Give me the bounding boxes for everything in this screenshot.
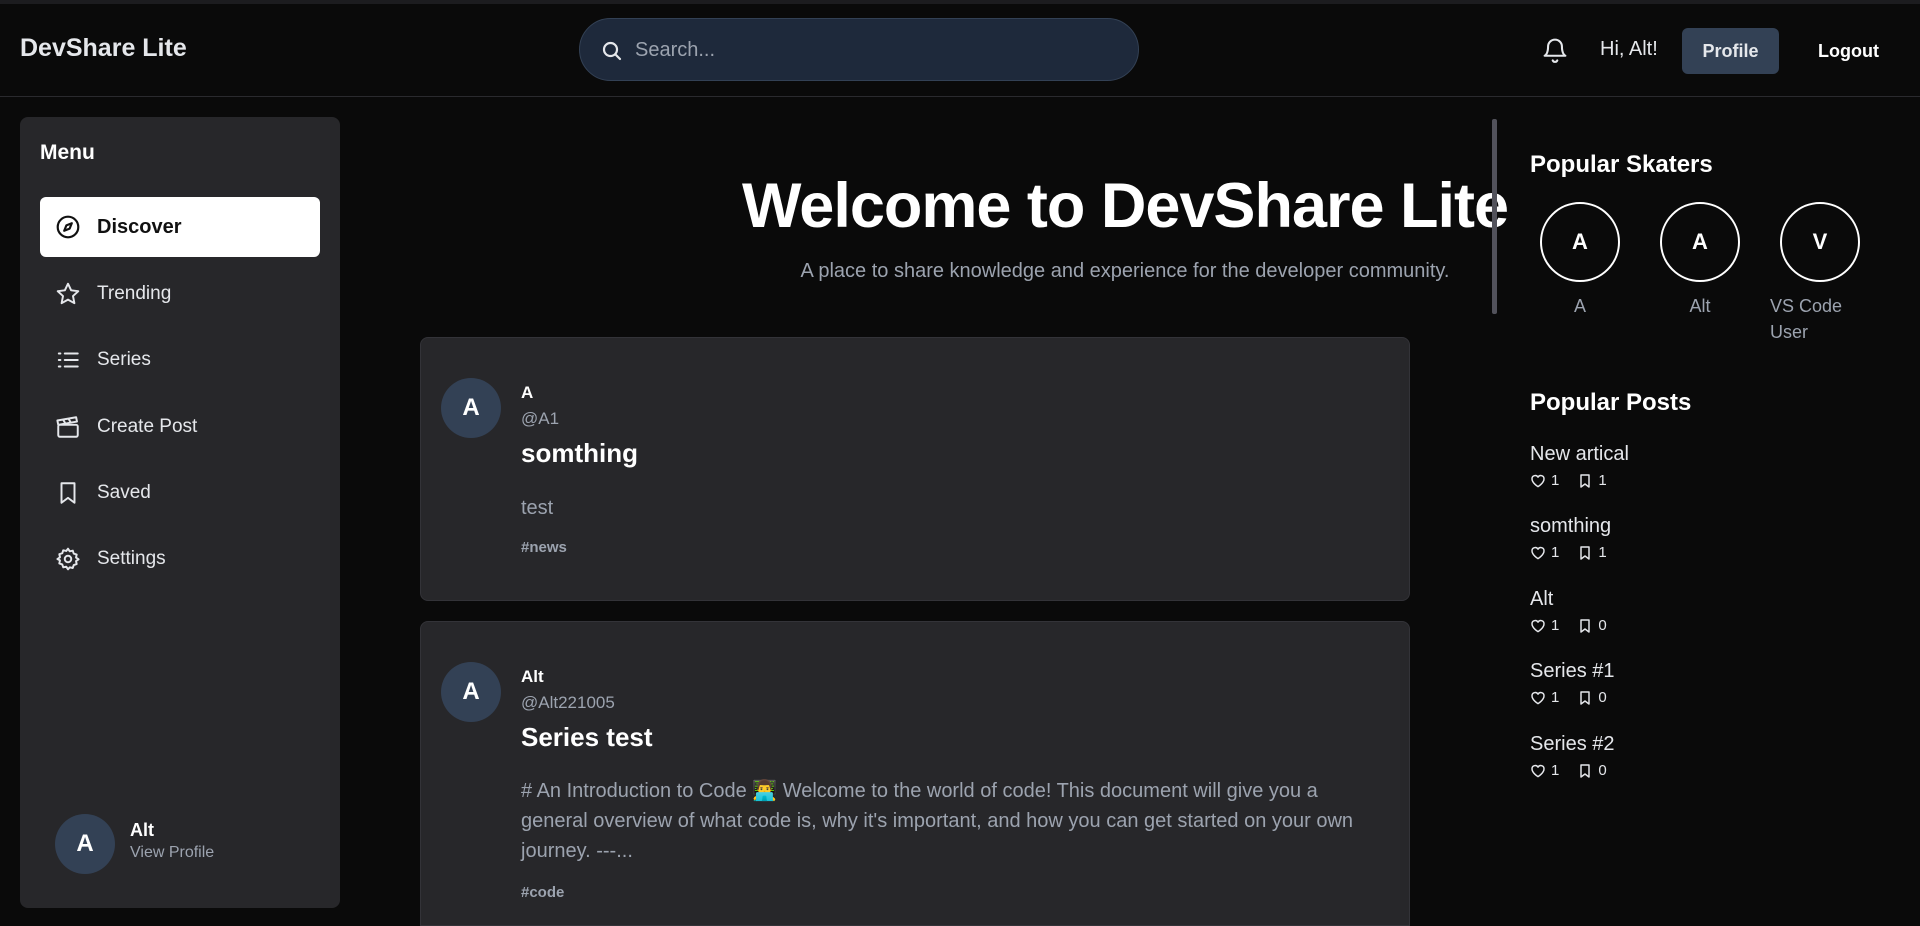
bookmark-icon bbox=[1580, 545, 1591, 560]
top-navbar: DevShare Lite Hi, Alt! Profile Logout bbox=[0, 0, 1920, 97]
popular-post-title[interactable]: Alt bbox=[1530, 588, 1890, 611]
profile-button[interactable]: Profile bbox=[1682, 28, 1779, 74]
avatar[interactable]: A bbox=[441, 378, 501, 438]
sidebar-item-label: Series bbox=[97, 349, 151, 370]
sidebar: Menu Discover Trending Series Create Pos… bbox=[20, 117, 340, 908]
bookmark-icon bbox=[1580, 618, 1591, 633]
view-profile-link[interactable]: View Profile bbox=[130, 844, 214, 862]
sidebar-item-series[interactable]: Series bbox=[40, 330, 320, 390]
post-excerpt: # An Introduction to Code 👨‍💻 Welcome to… bbox=[521, 780, 1354, 862]
post-handle: @Alt221005 bbox=[521, 693, 615, 712]
save-count: 0 bbox=[1598, 762, 1607, 779]
post-handle: @A1 bbox=[521, 409, 560, 428]
popular-post-title[interactable]: somthing bbox=[1530, 515, 1890, 538]
save-count: 0 bbox=[1598, 689, 1607, 706]
popular-post-item[interactable]: New artical 1 1 bbox=[1530, 443, 1890, 489]
bookmark-icon bbox=[1580, 473, 1591, 488]
post-tag[interactable]: #code bbox=[521, 884, 564, 901]
post-author[interactable]: A bbox=[521, 383, 533, 403]
heart-icon bbox=[1531, 474, 1545, 487]
greeting-text: Hi, Alt! bbox=[1600, 38, 1658, 60]
current-user-name: Alt bbox=[130, 820, 154, 840]
menu-title: Menu bbox=[40, 141, 95, 164]
post-title[interactable]: somthing bbox=[521, 438, 638, 469]
like-count: 1 bbox=[1551, 689, 1560, 706]
list-icon bbox=[57, 352, 79, 368]
popular-skaters-heading: Popular Skaters bbox=[1530, 151, 1713, 178]
sidebar-item-settings[interactable]: Settings bbox=[40, 529, 320, 589]
search-icon bbox=[602, 41, 622, 61]
heart-icon bbox=[1531, 691, 1545, 704]
compass-icon bbox=[56, 215, 80, 239]
popular-post-item[interactable]: somthing 1 1 bbox=[1530, 515, 1890, 561]
skater-name: Alt bbox=[1689, 296, 1711, 316]
post-tag[interactable]: #news bbox=[521, 539, 567, 556]
sidebar-item-label: Trending bbox=[97, 283, 172, 304]
bookmark-icon bbox=[1580, 690, 1591, 705]
logout-button[interactable]: Logout bbox=[1800, 28, 1897, 74]
post-card[interactable]: A Alt @Alt221005 Series test # An Introd… bbox=[420, 621, 1410, 926]
post-excerpt: test bbox=[521, 497, 554, 519]
avatar[interactable]: A bbox=[441, 662, 501, 722]
post-author[interactable]: Alt bbox=[521, 667, 544, 687]
sidebar-item-label: Settings bbox=[97, 548, 166, 569]
skater-name: A bbox=[1573, 296, 1586, 316]
search-input[interactable] bbox=[635, 29, 1115, 71]
gear-icon bbox=[56, 547, 80, 571]
window-edge bbox=[0, 0, 1920, 4]
like-count: 1 bbox=[1551, 472, 1560, 489]
avatar[interactable]: V bbox=[1780, 202, 1860, 282]
sidebar-item-label: Saved bbox=[97, 482, 151, 503]
sidebar-item-saved[interactable]: Saved bbox=[40, 463, 320, 523]
popular-posts-heading: Popular Posts bbox=[1530, 389, 1692, 416]
save-count: 1 bbox=[1598, 544, 1607, 561]
heart-icon bbox=[1531, 619, 1545, 632]
page-subtitle: A place to share knowledge and experienc… bbox=[800, 260, 1450, 282]
avatar[interactable]: A bbox=[1540, 202, 1620, 282]
sidebar-item-label: Create Post bbox=[97, 416, 198, 437]
sidebar-item-create-post[interactable]: Create Post bbox=[40, 397, 320, 457]
bookmark-icon bbox=[60, 482, 76, 504]
bell-icon[interactable] bbox=[1541, 35, 1569, 65]
popular-post-item[interactable]: Alt 1 0 bbox=[1530, 588, 1890, 634]
heart-icon bbox=[1531, 546, 1545, 559]
sidebar-item-label: Discover bbox=[97, 215, 182, 238]
post-card[interactable]: A A @A1 somthing test #news bbox=[420, 337, 1410, 601]
popular-post-item[interactable]: Series #2 1 0 bbox=[1530, 733, 1890, 779]
sidebar-item-trending[interactable]: Trending bbox=[40, 264, 320, 324]
popular-post-title[interactable]: Series #2 bbox=[1530, 733, 1890, 756]
brand-logo[interactable]: DevShare Lite bbox=[20, 34, 187, 63]
like-count: 1 bbox=[1551, 762, 1560, 779]
popular-post-item[interactable]: Series #1 1 0 bbox=[1530, 660, 1890, 706]
save-count: 1 bbox=[1598, 472, 1607, 489]
heart-icon bbox=[1531, 764, 1545, 777]
avatar[interactable]: A bbox=[1660, 202, 1740, 282]
sidebar-item-discover[interactable]: Discover bbox=[40, 197, 320, 257]
scrollbar-thumb[interactable] bbox=[1492, 119, 1497, 314]
save-count: 0 bbox=[1598, 617, 1607, 634]
popular-post-title[interactable]: Series #1 bbox=[1530, 660, 1890, 683]
search-bar[interactable] bbox=[579, 18, 1139, 81]
popular-post-title[interactable]: New artical bbox=[1530, 443, 1890, 466]
like-count: 1 bbox=[1551, 617, 1560, 634]
bookmark-icon bbox=[1580, 763, 1591, 778]
clapperboard-icon bbox=[56, 416, 79, 438]
star-icon bbox=[56, 282, 80, 305]
post-title[interactable]: Series test bbox=[521, 722, 653, 753]
like-count: 1 bbox=[1551, 544, 1560, 561]
skater-name: VS Code User bbox=[1770, 296, 1843, 342]
avatar: A bbox=[55, 814, 115, 874]
